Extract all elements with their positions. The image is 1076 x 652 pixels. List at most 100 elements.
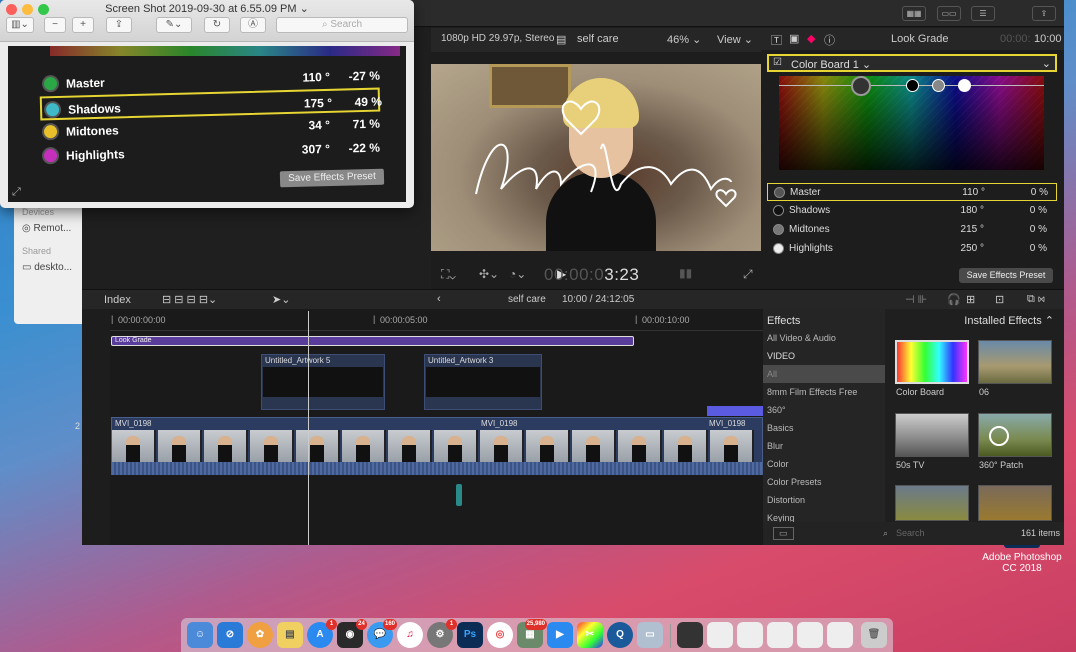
- app-store-icon[interactable]: A1: [307, 619, 337, 648]
- clip-appearance-icon[interactable]: ⊟ ⊟ ⊟ ⊟⌄: [162, 293, 217, 306]
- info-icon[interactable]: ⓘ: [824, 32, 835, 48]
- facetime-icon[interactable]: ◉ 24: [337, 619, 367, 648]
- markup-toolbar-icon[interactable]: Ⓐ: [240, 17, 266, 33]
- installed-effects-menu[interactable]: Installed Effects ⌃: [964, 314, 1054, 327]
- category-color[interactable]: Color: [763, 455, 885, 473]
- shadows-icon: [43, 100, 62, 119]
- color-board-effect-tile[interactable]: [895, 340, 969, 384]
- 50s-tv-effect-tile[interactable]: [895, 413, 969, 457]
- look-grade-adjustment-clip[interactable]: Look Grade: [111, 336, 634, 346]
- midtones-row[interactable]: Midtones 215 ° 0 %: [767, 221, 1057, 239]
- safari-icon[interactable]: ⊘: [217, 622, 243, 648]
- time-ruler[interactable]: | 00:00:00:00 | 00:00:05:00 | 00:00:10:00: [110, 309, 763, 331]
- markup-pen-icon[interactable]: ✎⌄: [156, 17, 192, 33]
- recent-doc-icon-3[interactable]: [737, 622, 763, 648]
- checkbox-icon[interactable]: ☑: [773, 57, 782, 68]
- effect-tile-6[interactable]: [978, 485, 1052, 521]
- music-icon[interactable]: ♫: [397, 622, 423, 648]
- arrow-tool-icon[interactable]: ➤⌄: [272, 293, 290, 306]
- artwork-5-clip[interactable]: Untitled_Artwork 5: [261, 354, 385, 410]
- index-button[interactable]: Index: [104, 294, 131, 306]
- system-preferences-icon[interactable]: ⚙ 1: [427, 619, 457, 648]
- primary-video-clip[interactable]: MVI_0198 MVI_0198 MVI_0198: [111, 417, 763, 475]
- timeline-area[interactable]: | 00:00:00:00 | 00:00:05:00 | 00:00:10:00 L…: [110, 309, 763, 545]
- artwork-3-clip[interactable]: Untitled_Artwork 3: [424, 354, 542, 410]
- messages-icon[interactable]: 💬 160: [367, 619, 397, 648]
- sidebar-item-desktop[interactable]: ▭ deskto...: [14, 259, 86, 276]
- speed-icon[interactable]: ◔⌄: [509, 267, 526, 281]
- audio-clip-marker[interactable]: [707, 406, 763, 416]
- share-icon[interactable]: ⇪: [1032, 6, 1056, 21]
- 360-patch-effect-tile[interactable]: [978, 413, 1052, 457]
- recent-doc-icon-1[interactable]: [677, 622, 703, 648]
- zoom-in-icon[interactable]: +: [72, 17, 94, 33]
- image-capture-icon[interactable]: ▭: [637, 622, 663, 648]
- zoom-app-icon[interactable]: ▶: [547, 622, 573, 648]
- preview-app-icon[interactable]: ▦ 25,980: [517, 619, 547, 648]
- share-icon[interactable]: ⇪: [106, 17, 132, 33]
- effects-browser-icon[interactable]: ⊡: [995, 293, 1004, 306]
- midtones-puck[interactable]: [932, 79, 945, 92]
- shadows-row[interactable]: Shadows 180 ° 0 %: [767, 202, 1057, 220]
- category-360[interactable]: 360°: [763, 401, 885, 419]
- snapping-icon[interactable]: ⊞: [966, 293, 975, 306]
- trash-icon[interactable]: 🗑: [861, 622, 887, 648]
- transitions-icon[interactable]: ⧉ ⋈: [1027, 293, 1045, 306]
- photoshop-icon[interactable]: Ps: [457, 622, 483, 648]
- crop-icon[interactable]: ⛶⌄: [441, 267, 456, 282]
- category-basics[interactable]: Basics: [763, 419, 885, 437]
- category-distortion[interactable]: Distortion: [763, 491, 885, 509]
- rotate-icon[interactable]: ↻: [204, 17, 230, 33]
- quicktime-icon[interactable]: Q: [607, 622, 633, 648]
- shadows-icon: [773, 205, 784, 216]
- finder-icon[interactable]: ☺: [187, 622, 213, 648]
- global-puck[interactable]: [851, 76, 871, 96]
- transform-icon[interactable]: ✣⌄: [479, 267, 499, 281]
- chrome-icon[interactable]: ◎: [487, 622, 513, 648]
- headphones-icon[interactable]: 🎧: [947, 293, 961, 306]
- fullscreen-icon[interactable]: ⤢: [743, 267, 753, 282]
- category-blur[interactable]: Blur: [763, 437, 885, 455]
- recent-doc-icon-5[interactable]: [797, 622, 823, 648]
- color-inspector-icon[interactable]: ◆: [807, 32, 815, 45]
- final-cut-pro-icon[interactable]: ✂: [577, 622, 603, 648]
- filmstrip-icon[interactable]: ▭▭: [937, 6, 961, 21]
- colorboard-dropdown[interactable]: ☑ Color Board 1 ⌄ ⌄: [767, 54, 1057, 72]
- zoom-out-icon[interactable]: −: [44, 17, 66, 33]
- playhead[interactable]: [308, 311, 309, 545]
- sidebar-toggle-icon[interactable]: ▭: [773, 527, 794, 540]
- save-effects-preset-button[interactable]: Save Effects Preset: [959, 268, 1053, 283]
- sidebar-item-remote[interactable]: ◎ Remot...: [14, 220, 86, 237]
- back-icon[interactable]: ‹: [437, 293, 441, 305]
- title-inspector-icon[interactable]: 🅃: [771, 32, 782, 48]
- recent-doc-icon-2[interactable]: [707, 622, 733, 648]
- effect-tile-5[interactable]: [895, 485, 969, 521]
- recent-doc-icon-6[interactable]: [827, 622, 853, 648]
- colorboard-panel[interactable]: [779, 76, 1044, 170]
- photos-icon[interactable]: ✿: [247, 622, 273, 648]
- shadows-puck[interactable]: [906, 79, 919, 92]
- highlights-puck[interactable]: [958, 79, 971, 92]
- 06-effect-tile[interactable]: [978, 340, 1052, 384]
- sidebar-toggle-button[interactable]: ▥⌄: [6, 17, 34, 33]
- grid-icon[interactable]: ▦▦: [902, 6, 926, 21]
- category-color-presets[interactable]: Color Presets: [763, 473, 885, 491]
- category-all[interactable]: All: [763, 365, 885, 383]
- video-inspector-icon[interactable]: ▣: [789, 32, 799, 45]
- master-row[interactable]: Master 110 ° 0 %: [767, 183, 1057, 201]
- view-menu[interactable]: View ⌄: [717, 33, 753, 46]
- effects-search-input[interactable]: Search: [896, 528, 925, 538]
- effects-sidebar: Effects All Video & Audio VIDEO All 8mm …: [763, 309, 885, 523]
- category-all-video-audio[interactable]: All Video & Audio: [763, 329, 885, 347]
- preview-search-input[interactable]: ⌕ Search: [276, 17, 408, 33]
- notes-icon[interactable]: ▤: [277, 622, 303, 648]
- connected-marker[interactable]: [456, 484, 462, 506]
- timecode-display[interactable]: 00:00:03:23: [544, 265, 639, 285]
- viewer-video-frame[interactable]: [431, 64, 761, 251]
- category-8mm[interactable]: 8mm Film Effects Free: [763, 383, 885, 401]
- skimming-icon[interactable]: ⊣ ⊪: [905, 293, 927, 306]
- sliders-icon[interactable]: ☰: [971, 6, 995, 21]
- zoom-menu[interactable]: 46% ⌄: [667, 33, 701, 46]
- highlights-row[interactable]: Highlights 250 ° 0 %: [767, 240, 1057, 258]
- recent-doc-icon-4[interactable]: [767, 622, 793, 648]
